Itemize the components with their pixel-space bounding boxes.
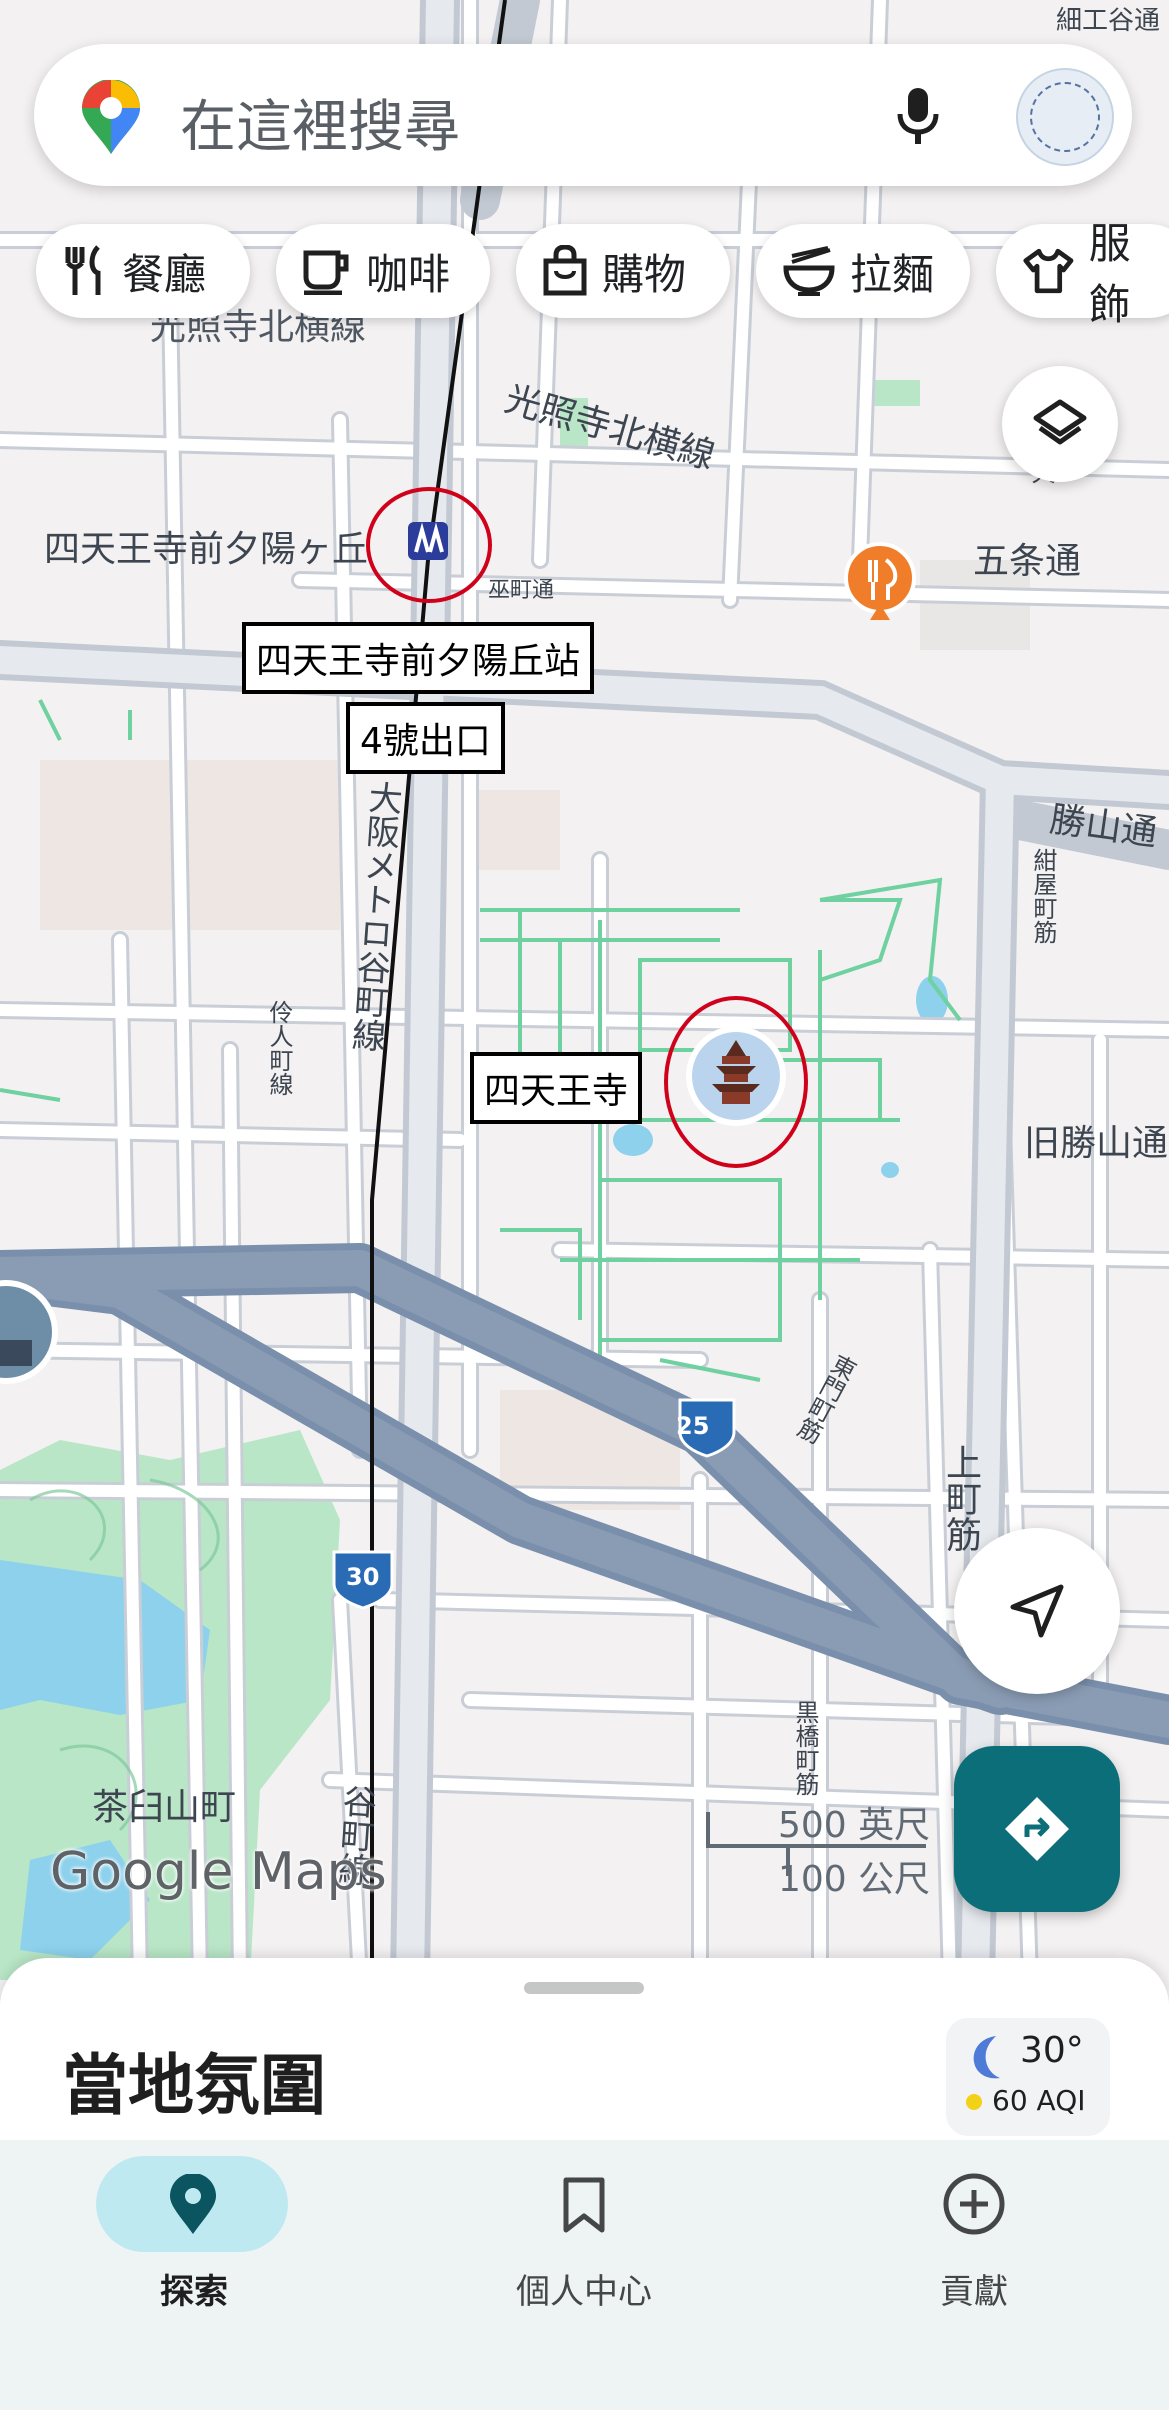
nav-explore[interactable]: 探索	[44, 2140, 344, 2340]
chip-label: 拉麵	[850, 249, 935, 299]
layers-icon	[1033, 399, 1087, 445]
area-label-chausuyama: 茶臼山町	[92, 1787, 237, 1828]
sheet-drag-handle[interactable]	[524, 1982, 644, 1994]
street-label-top-right: 細工谷通	[1056, 6, 1161, 36]
layers-button[interactable]	[1002, 366, 1118, 482]
street-label-kuromon: 黒橋町筋	[791, 1700, 819, 1796]
directions-button[interactable]	[954, 1746, 1120, 1912]
google-maps-pin-icon	[82, 80, 140, 154]
chip-shopping[interactable]: 購物	[516, 224, 730, 318]
street-label-uemachi: 上町筋	[940, 1444, 981, 1552]
street-label-iyohito: 伶人町線	[265, 1000, 293, 1096]
moon-icon	[973, 2036, 1000, 2079]
chip-label: 服飾	[1088, 219, 1131, 329]
temple-photo-pin[interactable]	[686, 1026, 786, 1126]
weather-widget[interactable]: 30° 60 AQI	[946, 2018, 1110, 2136]
ramen-icon	[783, 246, 835, 296]
route-shield-25-label: 25	[676, 1412, 710, 1440]
chip-coffee[interactable]: 咖啡	[276, 224, 490, 318]
station-annotation-box: 四天王寺前夕陽丘站	[242, 622, 595, 694]
weather-aqi: 60 AQI	[992, 2084, 1086, 2117]
route-shield-30-label: 30	[346, 1563, 380, 1591]
microphone-icon[interactable]	[892, 84, 944, 148]
temple-annotation-box: 四天王寺	[470, 1052, 643, 1124]
weather-temperature: 30°	[1020, 2030, 1084, 2071]
search-input[interactable]: 在這裡搜尋	[180, 82, 460, 163]
nav-contribute[interactable]: 貢獻	[824, 2140, 1124, 2340]
shirt-icon	[1023, 248, 1074, 294]
sheet-title: 當地氛圍	[62, 2047, 326, 2124]
my-location-button[interactable]	[954, 1528, 1120, 1694]
nav-profile[interactable]: 個人中心	[434, 2140, 734, 2340]
street-label-gojo: 五条通	[973, 541, 1082, 582]
location-pin-icon	[170, 2174, 216, 2234]
google-maps-logo: Google Maps	[50, 1842, 387, 1902]
navigation-arrow-icon	[1010, 1584, 1064, 1638]
aqi-dot-icon	[966, 2094, 982, 2110]
scale-imperial: 500 英尺	[778, 1805, 931, 1846]
street-label-old-katsuyama: 旧勝山通	[1024, 1123, 1169, 1164]
nav-label: 探索	[160, 2272, 228, 2312]
scale-metric: 100 公尺	[778, 1859, 931, 1900]
directions-icon	[1005, 1797, 1069, 1861]
exit-annotation-box: 4號出口	[346, 702, 505, 774]
nav-label: 貢獻	[940, 2272, 1008, 2312]
chip-label: 購物	[602, 249, 687, 299]
search-bar[interactable]: 在這裡搜尋	[34, 44, 1132, 186]
shopping-bag-icon	[543, 245, 587, 296]
avatar[interactable]	[1016, 68, 1114, 166]
avatar-logo-icon	[1030, 82, 1100, 152]
street-label-kosho-right: 紺屋町筋	[1029, 848, 1057, 944]
coffee-icon	[303, 250, 349, 295]
station-map-label: 四天王寺前夕陽ヶ丘	[44, 529, 369, 570]
restaurant-icon	[65, 245, 101, 295]
chip-ramen[interactable]: 拉麵	[756, 224, 970, 318]
bookmark-icon	[563, 2177, 605, 2233]
chip-label: 咖啡	[366, 249, 451, 299]
street-label-izumo: 巫町通	[488, 578, 555, 603]
bottom-sheet[interactable]: 當地氛圍 30° 60 AQI	[0, 1958, 1169, 2140]
add-circle-icon	[943, 2173, 1005, 2235]
chip-restaurant[interactable]: 餐廳	[36, 224, 250, 318]
chip-clothing[interactable]: 服飾	[996, 219, 1169, 329]
chip-label: 餐廳	[122, 249, 207, 299]
nav-label: 個人中心	[516, 2272, 652, 2312]
bottom-navigation: 探索 個人中心 貢獻	[0, 2140, 1169, 2410]
